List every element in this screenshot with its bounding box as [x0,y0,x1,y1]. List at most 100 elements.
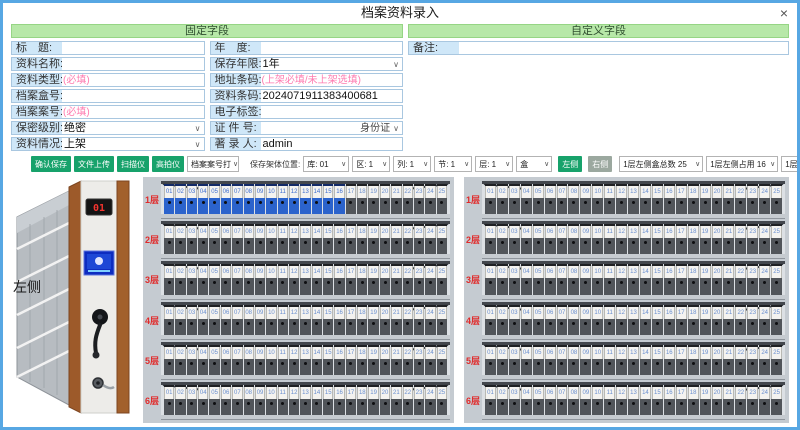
archive-box[interactable]: 01 [164,264,174,294]
archive-box[interactable]: 17 [346,305,356,335]
archive-box[interactable]: 16 [664,385,675,415]
archive-box[interactable]: 14 [640,264,651,294]
archive-box[interactable]: 18 [688,224,699,254]
archive-box[interactable]: 06 [221,385,231,415]
archive-box[interactable]: 22 [403,264,413,294]
archive-box[interactable]: 17 [346,385,356,415]
archive-box[interactable]: 19 [368,305,378,335]
archive-box[interactable]: 03 [509,264,520,294]
archive-box[interactable]: 04 [198,224,208,254]
archive-box[interactable]: 19 [700,184,711,214]
archive-box[interactable]: 07 [232,264,242,294]
archive-box[interactable]: 22 [735,345,746,375]
archive-box[interactable]: 08 [568,224,579,254]
archive-box[interactable]: 15 [652,264,663,294]
zone-select[interactable]: 区: 1∨ [352,156,390,172]
archive-box[interactable]: 02 [175,345,185,375]
archive-box[interactable]: 20 [712,224,723,254]
archive-box[interactable]: 16 [664,224,675,254]
archive-box[interactable]: 25 [437,345,447,375]
archive-box[interactable]: 08 [568,345,579,375]
archive-box[interactable]: 06 [221,305,231,335]
archive-box[interactable]: 01 [164,385,174,415]
file-number-print-select[interactable]: 档案案号打∨ [187,156,239,172]
archive-box[interactable]: 17 [676,224,687,254]
archive-box[interactable]: 25 [771,345,782,375]
archive-box[interactable]: 18 [688,305,699,335]
archive-box[interactable]: 01 [485,224,496,254]
archive-box[interactable]: 19 [368,224,378,254]
archive-box[interactable]: 23 [747,385,758,415]
archive-box[interactable]: 08 [244,385,254,415]
archive-box[interactable]: 21 [723,305,734,335]
archive-box[interactable]: 06 [545,385,556,415]
retention-period-input[interactable]: 1年 [261,58,391,71]
archive-box[interactable]: 19 [700,264,711,294]
archive-box[interactable]: 10 [592,184,603,214]
archive-box[interactable]: 12 [616,264,627,294]
archive-box[interactable]: 03 [509,345,520,375]
archive-box[interactable]: 21 [723,385,734,415]
archive-box[interactable]: 02 [497,385,508,415]
archive-box[interactable]: 13 [628,184,639,214]
archive-box[interactable]: 12 [616,385,627,415]
archive-box[interactable]: 14 [312,224,322,254]
archive-box[interactable]: 18 [357,345,367,375]
archive-box[interactable]: 03 [509,385,520,415]
archive-box[interactable]: 21 [391,264,401,294]
archive-box[interactable]: 15 [323,264,333,294]
archive-box[interactable]: 19 [700,305,711,335]
archive-box[interactable]: 15 [323,224,333,254]
archive-box[interactable]: 20 [712,264,723,294]
archive-box[interactable]: 02 [175,224,185,254]
archive-box[interactable]: 11 [604,345,615,375]
archive-box[interactable]: 11 [278,385,288,415]
archive-box[interactable]: 18 [357,385,367,415]
archive-box[interactable]: 16 [664,305,675,335]
close-icon[interactable]: × [780,3,788,23]
archive-box[interactable]: 22 [735,305,746,335]
archive-box[interactable]: 06 [221,264,231,294]
archive-box[interactable]: 01 [485,264,496,294]
archive-box[interactable]: 12 [289,305,299,335]
archive-box[interactable]: 13 [628,264,639,294]
archive-box[interactable]: 11 [278,264,288,294]
archive-box[interactable]: 22 [403,184,413,214]
archive-box[interactable]: 24 [759,345,770,375]
layer-remaining-select[interactable]: 1层左侧剩余 9∨ [781,156,800,172]
archive-box[interactable]: 12 [289,345,299,375]
archive-box[interactable]: 21 [391,345,401,375]
archive-box[interactable]: 05 [533,184,544,214]
archive-box[interactable]: 15 [323,385,333,415]
scanner-button[interactable]: 扫描仪 [117,156,149,172]
archive-box[interactable]: 12 [616,224,627,254]
archive-box[interactable]: 18 [357,264,367,294]
archive-box[interactable]: 15 [652,224,663,254]
archive-box[interactable]: 13 [628,345,639,375]
column-select[interactable]: 列: 1∨ [393,156,431,172]
archive-box[interactable]: 10 [592,345,603,375]
archive-box[interactable]: 18 [688,184,699,214]
archive-box[interactable]: 01 [164,345,174,375]
archive-box[interactable]: 04 [521,264,532,294]
archive-box[interactable]: 17 [676,264,687,294]
archive-box[interactable]: 03 [509,224,520,254]
archive-box[interactable]: 17 [676,184,687,214]
archive-box[interactable]: 17 [346,345,356,375]
archive-box[interactable]: 25 [771,305,782,335]
archive-box[interactable]: 11 [604,305,615,335]
archive-box[interactable]: 11 [278,305,288,335]
archive-box[interactable]: 21 [723,224,734,254]
archive-box[interactable]: 22 [735,224,746,254]
archive-box[interactable]: 02 [175,264,185,294]
archive-box[interactable]: 17 [346,224,356,254]
archive-box[interactable]: 07 [557,184,568,214]
id-number-type-select[interactable]: 身份证 [360,122,390,135]
archive-box[interactable]: 24 [759,264,770,294]
archive-box[interactable]: 04 [198,305,208,335]
archive-box[interactable]: 10 [266,224,276,254]
archive-box[interactable]: 13 [628,224,639,254]
archive-box[interactable]: 13 [628,305,639,335]
archive-box[interactable]: 07 [232,385,242,415]
archive-box[interactable]: 03 [187,345,197,375]
